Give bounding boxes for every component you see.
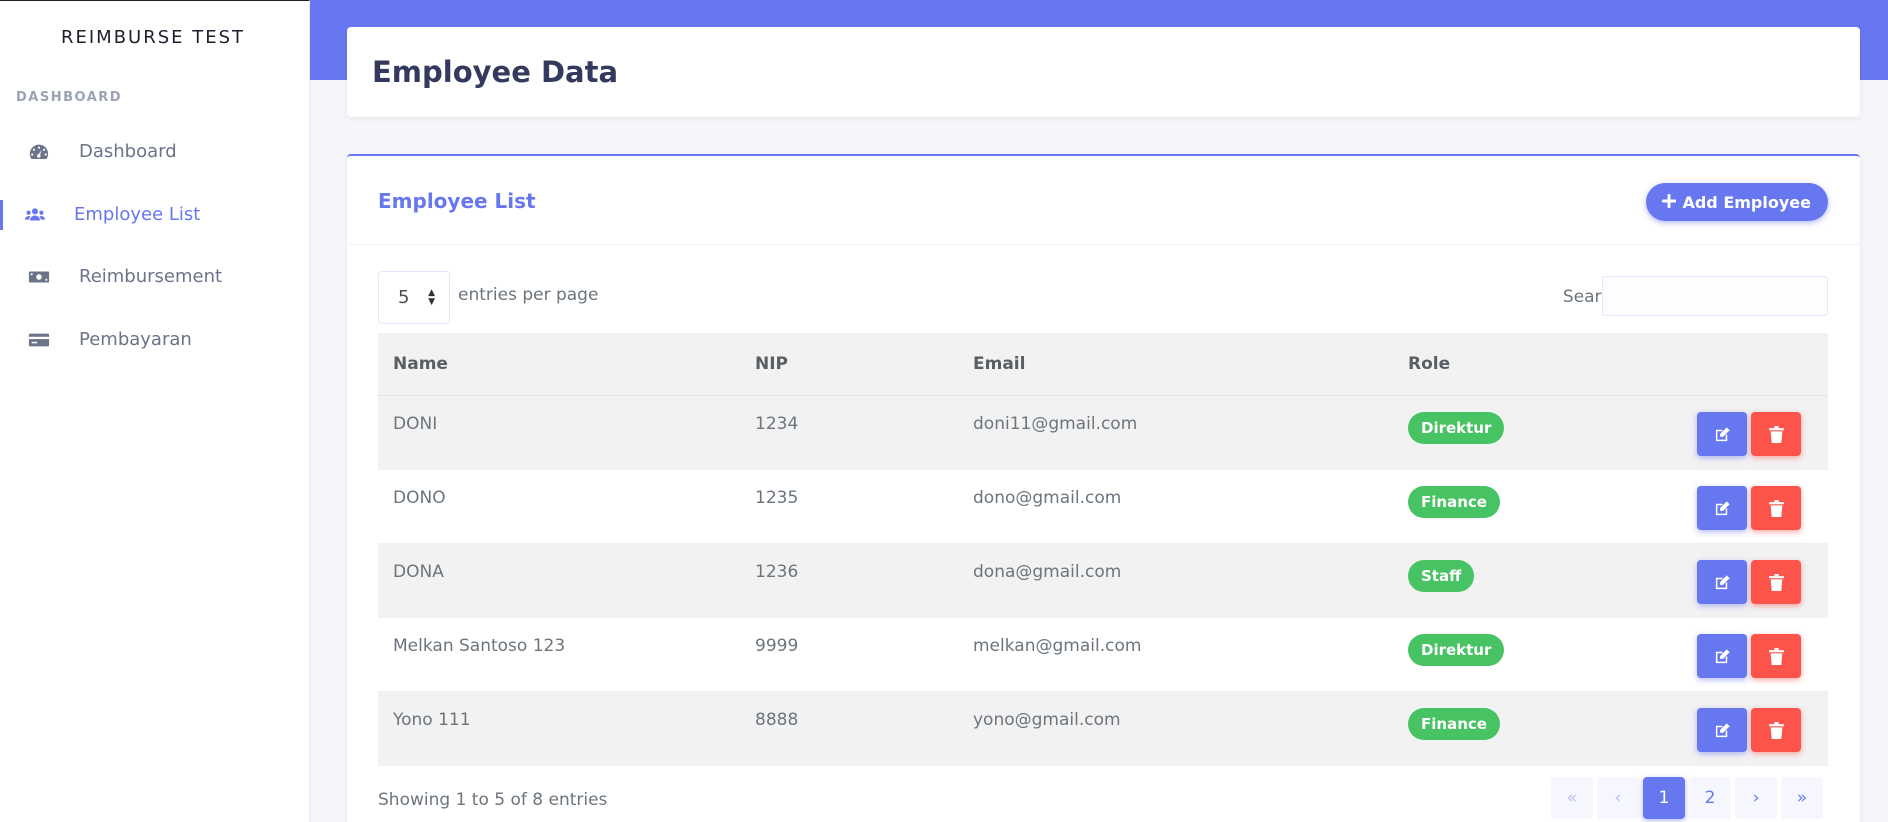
cell-email: dono@gmail.com xyxy=(973,488,1122,508)
edit-icon xyxy=(1715,426,1730,441)
plus-icon xyxy=(1662,192,1677,213)
role-badge: Direktur xyxy=(1408,412,1505,444)
sidebar-item-label: Dashboard xyxy=(79,141,177,162)
edit-icon xyxy=(1715,500,1730,515)
pagination-page-1[interactable]: 1 xyxy=(1643,777,1685,819)
edit-button[interactable] xyxy=(1697,486,1747,530)
column-header-email[interactable]: Email xyxy=(973,354,1025,374)
pagination-previous[interactable]: ‹ xyxy=(1597,777,1639,819)
entries-per-page-select[interactable]: 5 ▲ ▼ xyxy=(378,271,450,324)
trash-icon xyxy=(1768,721,1784,739)
cell-nip: 1234 xyxy=(755,414,799,434)
delete-button[interactable] xyxy=(1751,412,1801,456)
cell-email: doni11@gmail.com xyxy=(973,414,1138,434)
table-header: Name NIP Email Role xyxy=(378,333,1828,396)
sidebar-item-dashboard[interactable]: Dashboard xyxy=(0,129,306,175)
edit-button[interactable] xyxy=(1697,634,1747,678)
cell-nip: 1235 xyxy=(755,488,799,508)
cell-nip: 1236 xyxy=(755,562,799,582)
card-header: Employee List Add Employee xyxy=(347,156,1860,245)
cell-nip: 9999 xyxy=(755,636,799,656)
sidebar-section-label: DASHBOARD xyxy=(16,90,123,105)
add-employee-label: Add Employee xyxy=(1682,192,1811,212)
trash-icon xyxy=(1768,499,1784,517)
table-row: DONI 1234 doni11@gmail.com Direktur xyxy=(378,396,1828,470)
edit-icon xyxy=(1715,648,1730,663)
edit-icon xyxy=(1715,574,1730,589)
table-row: DONO 1235 dono@gmail.com Finance xyxy=(378,470,1828,544)
column-header-nip[interactable]: NIP xyxy=(755,354,788,374)
cell-email: yono@gmail.com xyxy=(973,710,1121,730)
edit-icon xyxy=(1715,722,1730,737)
pagination: « ‹ 1 2 › » xyxy=(1551,777,1823,819)
pagination-page-2[interactable]: 2 xyxy=(1689,777,1731,819)
trash-icon xyxy=(1768,425,1784,443)
brand-title[interactable]: REIMBURSE TEST xyxy=(0,27,306,48)
delete-button[interactable] xyxy=(1751,486,1801,530)
pagination-last[interactable]: » xyxy=(1781,777,1823,819)
role-badge: Direktur xyxy=(1408,634,1505,666)
cell-email: dona@gmail.com xyxy=(973,562,1122,582)
column-header-name[interactable]: Name xyxy=(393,354,448,374)
table-row: DONA 1236 dona@gmail.com Staff xyxy=(378,544,1828,618)
cell-name: Yono 111 xyxy=(393,710,471,730)
cell-nip: 8888 xyxy=(755,710,799,730)
card-title: Employee List xyxy=(378,189,536,213)
users-icon xyxy=(24,204,46,226)
delete-button[interactable] xyxy=(1751,708,1801,752)
table-row: Yono 111 8888 yono@gmail.com Finance xyxy=(378,692,1828,766)
cell-name: DONO xyxy=(393,488,446,508)
cell-name: DONA xyxy=(393,562,444,582)
sidebar-item-pembayaran[interactable]: Pembayaran xyxy=(0,317,306,363)
delete-button[interactable] xyxy=(1751,560,1801,604)
employee-table: Name NIP Email Role DONI 1234 doni11@gma… xyxy=(378,333,1828,766)
table-info: Showing 1 to 5 of 8 entries xyxy=(378,790,608,810)
sidebar: REIMBURSE TEST DASHBOARD Dashboard Emplo… xyxy=(0,0,310,822)
page-title: Employee Data xyxy=(372,55,619,89)
role-badge: Staff xyxy=(1408,560,1475,592)
employee-card: Employee List Add Employee 5 ▲ ▼ entries … xyxy=(347,154,1860,822)
sidebar-item-employee-list[interactable]: Employee List xyxy=(0,192,306,238)
edit-button[interactable] xyxy=(1697,560,1747,604)
delete-button[interactable] xyxy=(1751,634,1801,678)
sidebar-item-label: Pembayaran xyxy=(79,329,192,350)
page-header: Employee Data xyxy=(347,27,1860,117)
column-header-role[interactable]: Role xyxy=(1408,354,1450,374)
sidebar-item-label: Employee List xyxy=(74,204,201,225)
pagination-next[interactable]: › xyxy=(1735,777,1777,819)
trash-icon xyxy=(1768,647,1784,665)
search-input[interactable] xyxy=(1602,276,1828,316)
table-row: Melkan Santoso 123 9999 melkan@gmail.com… xyxy=(378,618,1828,692)
sidebar-item-reimbursement[interactable]: Reimbursement xyxy=(0,254,306,300)
sidebar-item-label: Reimbursement xyxy=(79,266,223,287)
add-employee-button[interactable]: Add Employee xyxy=(1646,183,1828,221)
cell-name: DONI xyxy=(393,414,438,434)
entries-label: entries per page xyxy=(458,285,599,305)
cell-name: Melkan Santoso 123 xyxy=(393,636,566,656)
cell-email: melkan@gmail.com xyxy=(973,636,1142,656)
sort-arrows-icon: ▲ ▼ xyxy=(428,288,435,307)
role-badge: Finance xyxy=(1408,708,1500,740)
entries-value: 5 xyxy=(398,287,410,308)
trash-icon xyxy=(1768,573,1784,591)
role-badge: Finance xyxy=(1408,486,1500,518)
tachometer-icon xyxy=(28,141,50,163)
pagination-first[interactable]: « xyxy=(1551,777,1593,819)
edit-button[interactable] xyxy=(1697,412,1747,456)
money-bill-icon xyxy=(28,266,50,288)
edit-button[interactable] xyxy=(1697,708,1747,752)
credit-card-icon xyxy=(28,329,50,351)
